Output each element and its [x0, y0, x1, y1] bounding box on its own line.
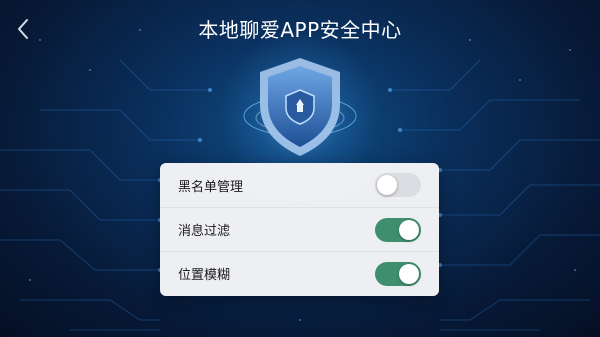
settings-card: 黑名单管理 消息过滤 位置模糊: [160, 163, 439, 296]
security-center-screen: 本地聊爱APP安全中心 黑名单管理 消息过滤: [0, 0, 600, 337]
toggle-knob: [377, 175, 397, 195]
shield-icon: [243, 58, 357, 156]
toggle-knob: [399, 263, 419, 284]
setting-row-location-blur: 位置模糊: [160, 251, 439, 295]
toggle-knob: [399, 219, 419, 240]
setting-label: 位置模糊: [178, 268, 231, 283]
location-blur-toggle[interactable]: [375, 261, 421, 286]
blacklist-toggle[interactable]: [375, 173, 421, 197]
setting-row-blacklist: 黑名单管理: [160, 163, 439, 207]
message-filter-toggle[interactable]: [375, 217, 421, 242]
setting-row-message-filter: 消息过滤: [160, 207, 439, 251]
setting-label: 消息过滤: [178, 224, 231, 239]
setting-label: 黑名单管理: [178, 179, 244, 195]
